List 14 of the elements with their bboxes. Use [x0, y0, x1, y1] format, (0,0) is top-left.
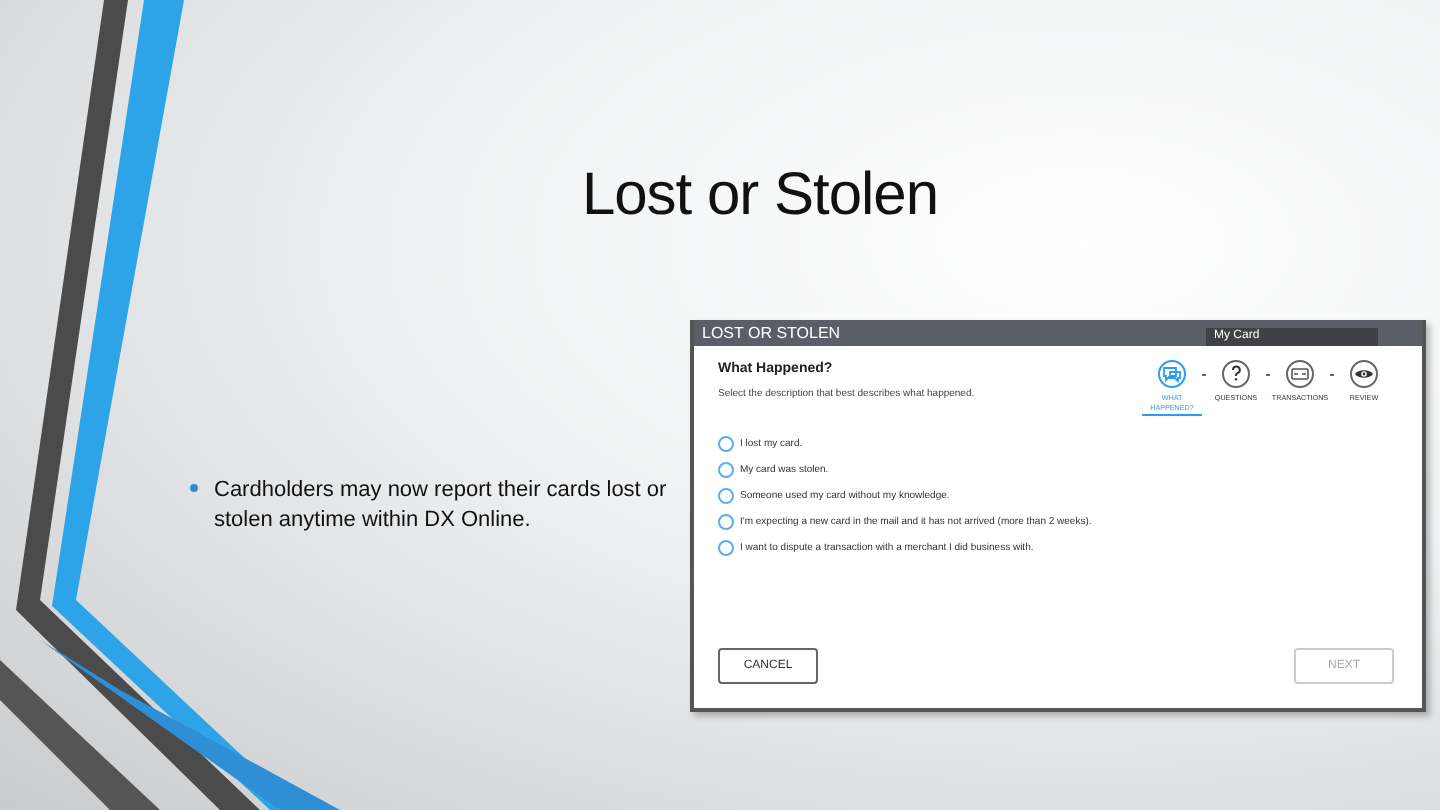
window-title: LOST OR STOLEN: [702, 322, 841, 346]
bullet-dot: [190, 484, 198, 492]
card-icon: [1288, 362, 1312, 386]
radio-button[interactable]: [718, 540, 734, 557]
radio-button[interactable]: [718, 462, 734, 479]
radio-button[interactable]: [718, 514, 734, 531]
step-circle[interactable]: [1286, 360, 1314, 388]
step-circle[interactable]: [1350, 360, 1378, 388]
bullet-text: Cardholders may now report their cards lost or stolen anytime within DX Online.: [214, 476, 669, 537]
chat-bubbles-icon: [1160, 362, 1184, 386]
slide-title: Lost or Stolen: [579, 160, 941, 232]
radio-button[interactable]: [718, 488, 734, 505]
step-circle[interactable]: [1222, 360, 1250, 388]
radio-button[interactable]: [718, 436, 734, 453]
